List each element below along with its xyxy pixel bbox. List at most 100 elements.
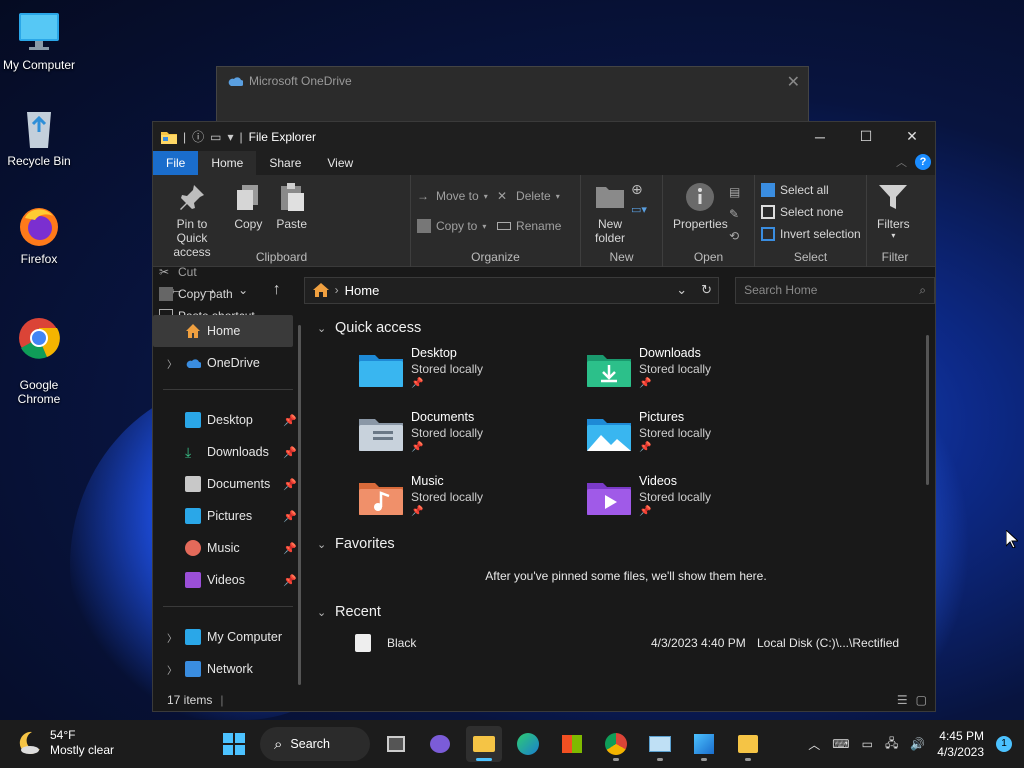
desktop-icon-my-computer[interactable]: My Computer xyxy=(0,10,78,72)
search-box[interactable]: Search Home ⌕ xyxy=(735,276,935,304)
sidebar-item-network[interactable]: 〉 Network xyxy=(153,653,303,685)
customize-quick-access-icon[interactable]: ▾ xyxy=(227,130,233,144)
minimize-icon[interactable]: ─ xyxy=(797,122,843,151)
taskbar-chrome[interactable] xyxy=(598,726,634,762)
quick-access-item[interactable]: Music Stored locally 📌 xyxy=(359,473,587,523)
volume-icon[interactable]: 🔊 xyxy=(910,737,925,751)
new-folder-button[interactable]: New folder xyxy=(587,179,633,247)
taskbar-onedrive-folder[interactable] xyxy=(730,726,766,762)
sidebar-item-music[interactable]: Music 📌 xyxy=(153,532,303,564)
weather-widget[interactable]: 54°F Mostly clear xyxy=(16,728,114,758)
taskbar-search-button[interactable]: ⌕ Search xyxy=(260,727,370,761)
keyboard-icon[interactable]: ⌨ xyxy=(832,737,849,751)
help-icon[interactable]: ? xyxy=(915,154,931,170)
titlebar[interactable]: | ⓘ ▭ ▾ | File Explorer ─ ☐ ✕ xyxy=(153,122,935,151)
up-icon[interactable]: ↑ xyxy=(262,281,292,299)
properties-button[interactable]: Properties xyxy=(669,179,732,233)
quick-access-item[interactable]: Downloads Stored locally 📌 xyxy=(587,345,815,395)
section-favorites[interactable]: ⌄ Favorites xyxy=(317,529,935,559)
pin-icon[interactable]: 📌 xyxy=(283,542,297,555)
section-recent[interactable]: ⌄ Recent xyxy=(317,597,935,627)
desktop-icon-chrome[interactable]: Google Chrome xyxy=(0,302,78,406)
sidebar-item-my-computer[interactable]: 〉 My Computer xyxy=(153,621,303,653)
quick-access-item[interactable]: Documents Stored locally 📌 xyxy=(359,409,587,459)
easy-access-icon[interactable]: ▭▾ xyxy=(631,203,647,216)
select-all-button[interactable]: Select all xyxy=(761,181,861,199)
content-scrollbar[interactable] xyxy=(926,335,929,485)
search-icon: ⌕ xyxy=(919,282,926,297)
pin-to-quick-access-button[interactable]: Pin to Quick access xyxy=(159,179,225,261)
sidebar-item-onedrive[interactable]: 〉 OneDrive xyxy=(153,347,303,379)
new-item-icon[interactable]: ⊕ xyxy=(631,181,643,198)
sidebar-scrollbar[interactable] xyxy=(298,325,301,685)
tab-share[interactable]: Share xyxy=(256,151,314,175)
chevron-down-icon[interactable]: ⌄ xyxy=(676,282,687,298)
pin-icon[interactable]: 📌 xyxy=(283,574,297,587)
delete-button[interactable]: ✕ Delete ▾ xyxy=(497,187,561,205)
close-icon[interactable]: ✕ xyxy=(787,72,800,92)
chevron-down-icon[interactable]: ⌄ xyxy=(317,538,329,551)
large-icons-view-icon[interactable]: ▢ xyxy=(916,693,927,707)
chevron-down-icon[interactable]: ⌄ xyxy=(317,606,329,619)
tablet-icon[interactable]: ▭ xyxy=(862,737,873,751)
pin-icon[interactable]: 📌 xyxy=(283,414,297,427)
quick-access-item[interactable]: Desktop Stored locally 📌 xyxy=(359,345,587,395)
select-none-button[interactable]: Select none xyxy=(761,203,861,221)
copy-to-button[interactable]: Copy to ▾ xyxy=(417,217,488,235)
cut-button[interactable]: ✂ Cut xyxy=(159,263,255,281)
teams-chat-button[interactable] xyxy=(422,726,458,762)
tab-view[interactable]: View xyxy=(314,151,366,175)
desktop-icon-firefox[interactable]: Firefox xyxy=(0,204,78,266)
chevron-right-icon[interactable]: 〉 xyxy=(167,630,185,645)
details-view-icon[interactable]: ☰ xyxy=(897,693,908,707)
section-quick-access[interactable]: ⌄ Quick access xyxy=(317,313,935,343)
close-icon[interactable]: ✕ xyxy=(889,122,935,151)
taskbar-store[interactable] xyxy=(554,726,590,762)
copy-path-button[interactable]: Copy path xyxy=(159,285,255,303)
chevron-right-icon[interactable]: 〉 xyxy=(167,356,185,371)
recent-file-row[interactable]: Black 4/3/2023 4:40 PM Local Disk (C:)\.… xyxy=(317,627,935,659)
onedrive-titlebar[interactable]: Microsoft OneDrive xyxy=(217,67,808,95)
pin-icon: 📌 xyxy=(411,442,424,453)
desktop-icon-recycle-bin[interactable]: Recycle Bin xyxy=(0,106,78,168)
tab-file[interactable]: File xyxy=(153,151,199,175)
network-icon[interactable]: 🖧 xyxy=(885,734,898,755)
maximize-icon[interactable]: ☐ xyxy=(843,122,889,151)
copy-button[interactable]: Copy xyxy=(228,179,268,233)
chevron-down-icon[interactable]: ⌄ xyxy=(317,322,329,335)
collapse-ribbon-icon[interactable]: ︿ xyxy=(896,154,907,170)
quick-access-item[interactable]: Videos Stored locally 📌 xyxy=(587,473,815,523)
taskbar-control-panel[interactable] xyxy=(686,726,722,762)
open-actions[interactable]: ▤ ✎ ⟲ xyxy=(729,181,740,247)
taskbar-resource-monitor[interactable] xyxy=(642,726,678,762)
tab-home[interactable]: Home xyxy=(198,151,257,175)
quick-access-item[interactable]: Pictures Stored locally 📌 xyxy=(587,409,815,459)
move-to-button[interactable]: → Move to ▾ xyxy=(417,187,488,205)
chevron-right-icon[interactable]: 〉 xyxy=(167,662,185,677)
onedrive-window[interactable]: Microsoft OneDrive ✕ xyxy=(216,66,809,126)
notification-badge[interactable]: 1 xyxy=(996,736,1012,752)
task-view-button[interactable] xyxy=(378,726,414,762)
pin-icon[interactable]: 📌 xyxy=(283,478,297,491)
filters-button[interactable]: Filters ▾ xyxy=(873,179,914,242)
taskbar-edge[interactable] xyxy=(510,726,546,762)
start-button[interactable] xyxy=(216,726,252,762)
sidebar-item-desktop[interactable]: Desktop 📌 xyxy=(153,404,303,436)
show-hidden-icons-icon[interactable]: ︿ xyxy=(808,736,820,753)
rename-button[interactable]: Rename xyxy=(497,217,561,235)
taskbar-file-explorer[interactable] xyxy=(466,726,502,762)
sidebar-item-documents[interactable]: Documents 📌 xyxy=(153,468,303,500)
pin-icon[interactable]: 📌 xyxy=(283,446,297,459)
pin-icon[interactable]: 📌 xyxy=(283,510,297,523)
clock[interactable]: 4:45 PM 4/3/2023 xyxy=(937,728,984,760)
sidebar-item-home[interactable]: Home xyxy=(153,315,293,347)
sidebar-item-pictures[interactable]: Pictures 📌 xyxy=(153,500,303,532)
refresh-icon[interactable]: ↻ xyxy=(701,282,712,298)
invert-selection-button[interactable]: Invert selection xyxy=(761,225,861,243)
new-folder-quick-icon[interactable]: ▭ xyxy=(210,130,221,144)
paste-button[interactable]: Paste xyxy=(272,179,312,233)
sidebar-item-videos[interactable]: Videos 📌 xyxy=(153,564,303,596)
sidebar-item-downloads[interactable]: ⤓ Downloads 📌 xyxy=(153,436,303,468)
address-bar[interactable]: › Home ⌄ ↻ xyxy=(303,276,720,304)
properties-quick-icon[interactable]: ⓘ xyxy=(192,128,204,145)
